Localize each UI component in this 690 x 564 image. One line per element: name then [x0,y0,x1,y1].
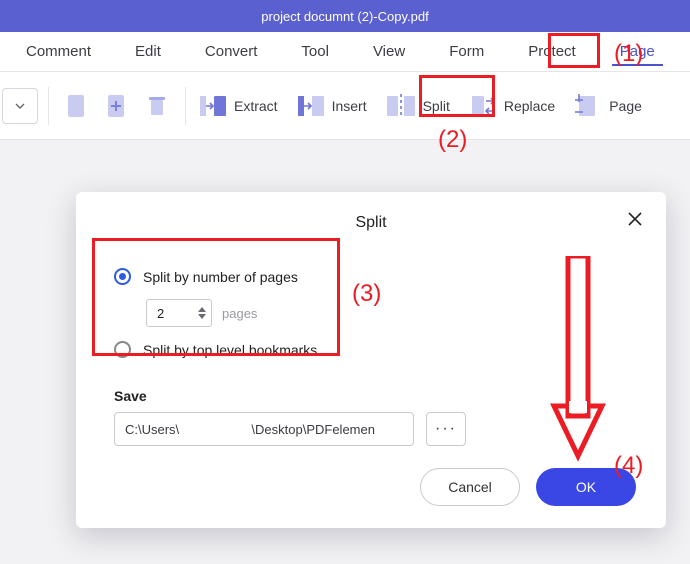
pages-count-row: 2 pages [146,299,628,327]
spinner-up[interactable] [198,307,206,312]
split-dialog: Split Split by number of pages 2 pages S… [76,192,666,528]
close-button[interactable] [624,210,646,232]
replace-icon [470,94,496,118]
menu-protect[interactable]: Protect [506,32,598,71]
save-path-input[interactable]: C:\Users\ \Desktop\PDFelemen [114,412,414,446]
pages-unit-label: pages [222,306,257,321]
extract-label: Extract [234,98,278,114]
dialog-title: Split [106,214,636,232]
page-blank-icon [66,93,88,119]
split-options: Split by number of pages 2 pages Split b… [106,262,636,382]
ok-button[interactable]: OK [536,468,636,506]
browse-button[interactable]: ··· [426,412,466,446]
insert-icon [298,94,324,118]
path-value: C:\Users\ \Desktop\PDFelemen [125,422,375,437]
separator [48,87,49,125]
chevron-down-icon [15,103,25,109]
radio-icon [114,268,131,285]
browse-label: ··· [435,420,457,438]
save-row: C:\Users\ \Desktop\PDFelemen ··· [106,412,636,446]
trash-icon [147,94,167,118]
extract-icon [200,94,226,118]
page-label-label: Page [609,98,642,114]
pages-count-input[interactable]: 2 [146,299,212,327]
spinner-down[interactable] [198,314,206,319]
menubar: Comment Edit Convert Tool View Form Prot… [0,32,690,72]
radio-icon [114,341,131,358]
page-plus-icon [106,93,128,119]
radio-split-by-pages[interactable]: Split by number of pages [114,268,628,285]
menu-form[interactable]: Form [427,32,506,71]
ok-label: OK [576,479,596,495]
toolbar: Extract Insert Split Replace Page [0,72,690,140]
replace-button[interactable]: Replace [466,90,567,122]
document-filename: project documnt (2)-Copy.pdf [261,9,428,24]
radio-label: Split by top level bookmarks [143,342,317,358]
toolbar-page-icon[interactable] [59,88,95,124]
menu-view[interactable]: View [351,32,427,71]
close-icon [627,211,643,232]
extract-button[interactable]: Extract [196,90,290,122]
menu-comment[interactable]: Comment [4,32,113,71]
separator [185,87,186,125]
radio-label: Split by number of pages [143,269,298,285]
menu-tool[interactable]: Tool [279,32,351,71]
split-icon [387,94,415,118]
page-crop-icon [575,94,601,118]
menu-edit[interactable]: Edit [113,32,183,71]
split-button[interactable]: Split [383,90,462,122]
pages-value: 2 [157,306,164,321]
insert-button[interactable]: Insert [294,90,379,122]
toolbar-delete-page-icon[interactable] [139,88,175,124]
menu-page[interactable]: Page [598,32,677,71]
replace-label: Replace [504,98,555,114]
cancel-label: Cancel [448,479,492,495]
dialog-actions: Cancel OK [420,468,636,506]
toolbar-dropdown[interactable] [2,88,38,124]
menu-convert[interactable]: Convert [183,32,280,71]
radio-split-by-bookmarks[interactable]: Split by top level bookmarks [114,341,628,358]
titlebar: project documnt (2)-Copy.pdf [0,0,690,32]
cancel-button[interactable]: Cancel [420,468,520,506]
insert-label: Insert [332,98,367,114]
spinner-buttons [195,301,209,325]
toolbar-page-add-icon[interactable] [99,88,135,124]
split-label: Split [423,98,450,114]
page-label-button[interactable]: Page [571,90,654,122]
save-section-label: Save [114,388,636,404]
